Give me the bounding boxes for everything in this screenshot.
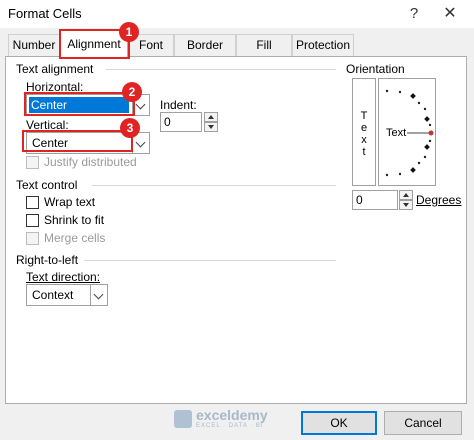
- degrees-label: Degrees: [416, 193, 462, 207]
- spin-down-icon[interactable]: [399, 200, 413, 210]
- justify-distributed-checkbox[interactable]: [26, 156, 39, 169]
- callout-box-3: [22, 130, 133, 152]
- watermark-name: exceldemy: [196, 407, 268, 423]
- ok-button[interactable]: OK: [301, 411, 377, 435]
- callout-badge-3: 3: [120, 118, 140, 138]
- vertical-text-box[interactable]: T e x t: [352, 78, 376, 186]
- degrees-input[interactable]: 0: [352, 190, 398, 210]
- indent-value: 0: [164, 115, 171, 129]
- wrap-text-label[interactable]: Wrap text: [44, 195, 95, 209]
- text-direction-label: Text direction:: [26, 270, 101, 284]
- shrink-to-fit-label[interactable]: Shrink to fit: [44, 213, 104, 227]
- merge-cells-label: Merge cells: [44, 231, 106, 245]
- tab-protection[interactable]: Protection: [292, 34, 354, 56]
- orientation-dial[interactable]: Text: [378, 78, 436, 186]
- exceldemy-logo-icon: [174, 410, 192, 428]
- exceldemy-watermark: exceldemy EXCEL · DATA · BI: [174, 406, 294, 432]
- justify-distributed-label: Justify distributed: [44, 155, 137, 169]
- right-to-left-heading: Right-to-left: [16, 253, 79, 267]
- dialog-title: Format Cells: [8, 6, 82, 21]
- close-button[interactable]: ✕: [430, 0, 470, 28]
- text-direction-dropdown[interactable]: Context: [26, 284, 108, 306]
- help-button[interactable]: ?: [400, 0, 428, 28]
- tab-fill[interactable]: Fill: [236, 34, 292, 56]
- degrees-spinner[interactable]: [399, 190, 413, 210]
- vertical-text-letter: e: [360, 122, 368, 134]
- callout-badge-2: 2: [122, 82, 142, 102]
- tab-number[interactable]: Number: [8, 34, 60, 56]
- watermark-tagline: EXCEL · DATA · BI: [196, 423, 264, 429]
- degrees-value: 0: [356, 193, 363, 207]
- text-control-heading: Text control: [16, 178, 78, 192]
- spin-up-icon[interactable]: [399, 190, 413, 200]
- callout-box-2: [24, 92, 135, 116]
- spin-up-icon[interactable]: [204, 112, 218, 122]
- title-bar: Format Cells ? ✕: [0, 0, 474, 28]
- indent-label: Indent:: [160, 98, 197, 112]
- text-alignment-heading: Text alignment: [16, 62, 94, 76]
- text-direction-value: Context: [32, 288, 74, 302]
- divider: [84, 260, 336, 261]
- divider: [106, 69, 336, 70]
- wrap-text-checkbox[interactable]: [26, 196, 39, 209]
- cancel-button[interactable]: Cancel: [384, 411, 462, 435]
- tab-border[interactable]: Border: [174, 34, 236, 56]
- indent-spinner[interactable]: [204, 112, 218, 132]
- vertical-text-letter: x: [361, 134, 367, 146]
- orientation-heading: Orientation: [346, 62, 405, 76]
- indent-input[interactable]: 0: [160, 112, 202, 132]
- callout-badge-1: 1: [119, 22, 139, 42]
- merge-cells-checkbox[interactable]: [26, 232, 39, 245]
- vertical-text-letter: T: [360, 110, 368, 122]
- dial-text-label: Text: [386, 127, 407, 139]
- divider: [92, 185, 336, 186]
- spin-down-icon[interactable]: [204, 122, 218, 132]
- chevron-down-icon[interactable]: [90, 285, 107, 305]
- vertical-text-letter: t: [362, 146, 366, 158]
- shrink-to-fit-checkbox[interactable]: [26, 214, 39, 227]
